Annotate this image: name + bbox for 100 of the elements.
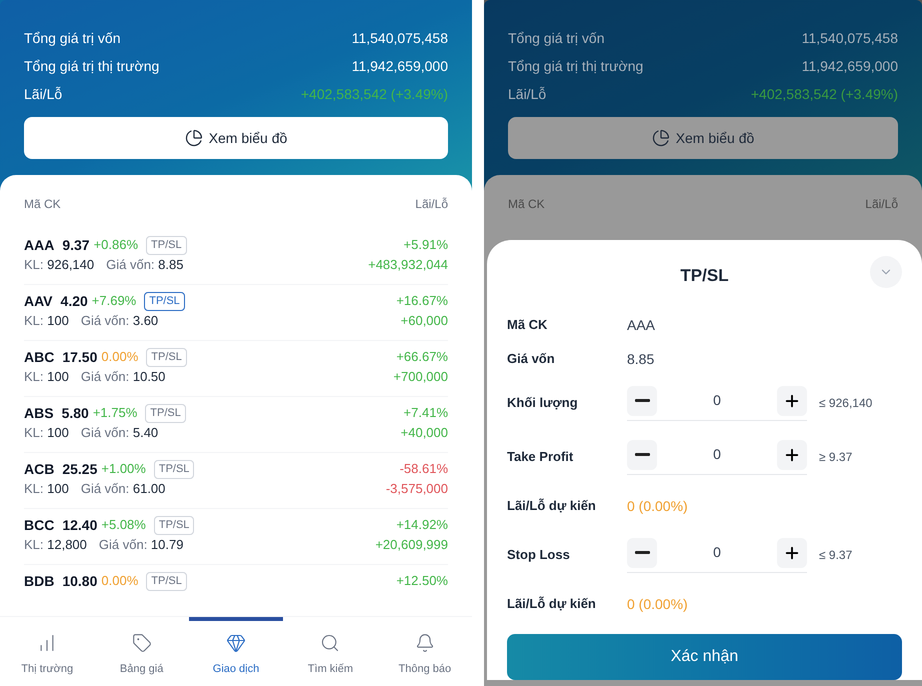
- summary-label: Lãi/Lỗ: [508, 85, 546, 104]
- summary-label: Lãi/Lỗ: [24, 85, 62, 104]
- pie-chart-icon: [184, 129, 203, 147]
- profit-percent: +16.67%: [396, 292, 448, 310]
- holding-row[interactable]: ACB 25.25 +1.00% TP/SL KL: 100 Giá vốn: 61.00 -58.61% -3,575,000: [24, 453, 448, 509]
- stock-symbol: AAV: [24, 292, 53, 311]
- volume-text: KL: 100: [24, 480, 69, 498]
- field-label: Mã CK: [507, 316, 548, 334]
- summary-label: Tổng giá trị vốn: [508, 29, 604, 48]
- cost-price-text: Giá vốn: 5.40: [80, 424, 158, 442]
- stock-symbol: ABC: [24, 348, 54, 367]
- field-label: Giá vốn: [507, 350, 556, 368]
- column-header: Mã CK: [508, 196, 545, 213]
- tpsl-button[interactable]: TP/SL: [146, 236, 187, 254]
- stock-symbol: ACB: [24, 460, 54, 479]
- nav-tab[interactable]: Giao dịch: [188, 617, 284, 686]
- holding-row[interactable]: AAV 4.20 +7.69% TP/SL KL: 100 Giá vốn: 3.60 +16.67% +60,000: [24, 285, 448, 341]
- profit-percent: +7.41%: [404, 404, 448, 422]
- increment-button[interactable]: [777, 538, 807, 568]
- stock-symbol: AAA: [24, 236, 54, 255]
- chart-button[interactable]: Xem biểu đồ: [24, 117, 448, 159]
- stepper-value: 0: [712, 445, 722, 464]
- limit-hint: ≤ 9.37: [819, 547, 852, 564]
- price-change: +7.69%: [92, 292, 136, 310]
- cost-price-text: Giá vốn: 10.50: [80, 368, 166, 386]
- holding-row[interactable]: BCC 12.40 +5.08% TP/SL KL: 12,800 Giá vốn: 10.79 +14.92% +20,609,999: [24, 509, 448, 565]
- summary-label: Tổng giá trị thị trường: [24, 57, 160, 76]
- tpsl-button[interactable]: TP/SL: [146, 348, 187, 366]
- increment-button[interactable]: [777, 440, 807, 470]
- tpsl-button[interactable]: TP/SL: [146, 572, 187, 590]
- holding-row[interactable]: ABC 17.50 0.00% TP/SL KL: 100 Giá vốn: 10.50 +66.67% +700,000: [24, 341, 448, 397]
- stepper-field[interactable]: 0: [627, 440, 807, 474]
- pie-chart-icon: [652, 129, 670, 147]
- summary-label: Tổng giá trị vốn: [24, 29, 120, 48]
- cost-price-text: Giá vốn: 8.85: [106, 256, 184, 274]
- price-change: +1.00%: [101, 460, 146, 478]
- nav-tab[interactable]: Tìm kiếm: [283, 617, 378, 686]
- cost-price-text: Giá vốn: 10.79: [98, 536, 184, 554]
- estimate-value: 0 (0.00%): [627, 496, 688, 516]
- decrement-button[interactable]: [627, 538, 657, 568]
- cost-price-text: Giá vốn: 61.00: [80, 480, 166, 498]
- profit-value: -3,575,000: [386, 480, 448, 498]
- volume-text: KL: 100: [24, 424, 69, 442]
- tpsl-button[interactable]: TP/SL: [154, 460, 194, 478]
- stock-price: 10.80: [62, 572, 98, 591]
- price-change: +1.75%: [92, 404, 138, 422]
- gem-icon: [226, 633, 246, 653]
- field-value: AAA: [627, 316, 656, 334]
- tpsl-button[interactable]: TP/SL: [144, 292, 185, 310]
- summary-value: 11,942,659,000: [802, 57, 898, 76]
- holding-row[interactable]: AAA 9.37 +0.86% TP/SL KL: 926,140 Giá vốn: 8.85 +5.91% +483,932,044: [24, 229, 448, 285]
- estimate-value: 0 (0.00%): [627, 594, 688, 614]
- confirm-button[interactable]: Xác nhận: [507, 634, 902, 680]
- stepper-field[interactable]: 0: [627, 386, 807, 420]
- summary-value: 11,540,075,458: [802, 29, 898, 48]
- summary-value: +402,583,542 (+3.49%): [750, 85, 898, 104]
- stock-price: 12.40: [62, 516, 98, 535]
- summary-value: +402,583,542 (+3.49%): [300, 85, 448, 104]
- stock-price: 4.20: [60, 292, 88, 311]
- profit-percent: +5.91%: [404, 236, 448, 254]
- volume-text: KL: 926,140: [24, 256, 94, 274]
- tpsl-button[interactable]: TP/SL: [154, 516, 194, 534]
- decrement-button[interactable]: [627, 440, 657, 470]
- minus-icon: [634, 551, 650, 554]
- nav-tab[interactable]: Thông báo: [378, 617, 472, 686]
- profit-percent: +14.92%: [396, 516, 448, 534]
- stepper-value: 0: [712, 543, 722, 562]
- stepper-field[interactable]: 0: [627, 538, 807, 572]
- volume-text: KL: 12,800: [24, 536, 87, 554]
- sheet-title: TP/SL: [680, 265, 729, 288]
- limit-hint: ≤ 926,140: [819, 395, 872, 412]
- price-change: +5.08%: [101, 516, 146, 534]
- bell-icon: [414, 633, 435, 653]
- holding-row[interactable]: ABS 5.80 +1.75% TP/SL KL: 100 Giá vốn: 5.40 +7.41% +40,000: [24, 397, 448, 453]
- column-header: Lãi/Lỗ: [865, 196, 898, 213]
- price-change: 0.00%: [101, 572, 138, 590]
- increment-button[interactable]: [777, 386, 807, 416]
- stock-price: 9.37: [62, 236, 90, 255]
- decrement-button[interactable]: [627, 386, 657, 416]
- tpsl-button[interactable]: TP/SL: [145, 404, 186, 422]
- stock-symbol: BCC: [24, 516, 54, 535]
- field-label: Lãi/Lỗ dự kiến: [507, 497, 597, 516]
- profit-value: +20,609,999: [375, 536, 448, 554]
- nav-tab[interactable]: Bảng giá: [94, 617, 189, 686]
- profit-percent: -58.61%: [400, 460, 448, 478]
- profit-value: +60,000: [400, 312, 448, 330]
- stock-price: 17.50: [62, 348, 98, 367]
- chart-button[interactable]: Xem biểu đồ: [508, 117, 898, 159]
- volume-text: KL: 100: [24, 312, 69, 330]
- summary-value: 11,942,659,000: [352, 57, 448, 76]
- stock-price: 5.80: [62, 404, 89, 423]
- column-header: Lãi/Lỗ: [415, 196, 448, 213]
- stepper-value: 0: [712, 391, 722, 410]
- column-header: Mã CK: [24, 196, 61, 213]
- volume-text: KL: 100: [24, 368, 69, 386]
- field-label: Khối lượng: [507, 394, 579, 412]
- stock-symbol: BDB: [24, 572, 54, 591]
- profit-value: +700,000: [393, 368, 448, 386]
- nav-tab[interactable]: Thị trường: [0, 617, 94, 686]
- minus-icon: [634, 399, 650, 402]
